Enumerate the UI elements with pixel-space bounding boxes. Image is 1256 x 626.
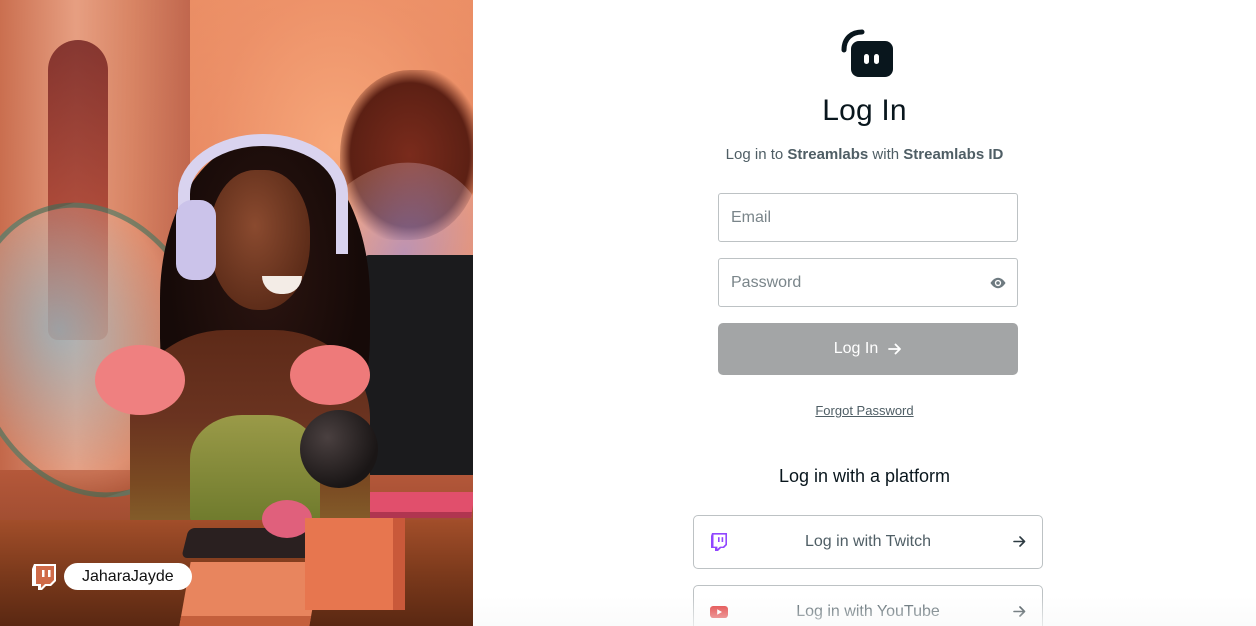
password-field[interactable] bbox=[719, 259, 1017, 306]
login-button-label: Log In bbox=[833, 340, 879, 357]
password-field-wrapper bbox=[718, 258, 1018, 307]
twitch-icon bbox=[32, 563, 56, 590]
photo-microphone bbox=[300, 410, 378, 488]
photo-monitor bbox=[365, 255, 473, 475]
login-subtitle: Log in to Streamlabs with Streamlabs ID bbox=[473, 146, 1256, 163]
login-with-youtube-button[interactable]: Log in with YouTube bbox=[693, 585, 1043, 626]
arrow-right-icon bbox=[1013, 606, 1026, 617]
eye-icon[interactable] bbox=[989, 274, 1007, 292]
email-field-wrapper bbox=[718, 193, 1018, 242]
page-title: Log In bbox=[822, 94, 907, 127]
login-with-twitch-button[interactable]: Log in with Twitch bbox=[693, 515, 1043, 569]
creator-name: JaharaJayde bbox=[64, 563, 192, 590]
login-panel: Log In Log in to Streamlabs with Streaml… bbox=[473, 0, 1256, 626]
youtube-button-label: Log in with YouTube bbox=[796, 603, 940, 620]
photo-headset-earcup bbox=[176, 200, 216, 280]
youtube-icon bbox=[710, 606, 728, 618]
arrow-right-icon bbox=[1013, 536, 1026, 547]
platform-login-heading: Log in with a platform bbox=[778, 466, 951, 486]
creator-tag: JaharaJayde bbox=[32, 563, 192, 590]
twitch-button-label: Log in with Twitch bbox=[805, 533, 931, 550]
photo-pen-cup bbox=[305, 518, 405, 610]
email-field[interactable] bbox=[719, 194, 1017, 241]
hero-photo: JaharaJayde bbox=[0, 0, 473, 626]
photo-sleeve-right bbox=[290, 345, 370, 405]
subtitle-streamlabs-id: Streamlabs ID bbox=[903, 146, 1004, 163]
streamlabs-logo-icon bbox=[841, 29, 893, 77]
subtitle-middle: with bbox=[868, 146, 904, 163]
subtitle-brand: Streamlabs bbox=[787, 146, 869, 163]
twitch-icon bbox=[711, 533, 727, 551]
arrow-right-icon bbox=[888, 343, 902, 355]
photo-tray bbox=[179, 562, 321, 626]
subtitle-prefix: Log in to bbox=[725, 146, 788, 163]
photo-sleeve-left bbox=[95, 345, 185, 415]
forgot-password-row: Forgot Password bbox=[473, 403, 1256, 418]
login-button[interactable]: Log In bbox=[718, 323, 1018, 375]
forgot-password-link[interactable]: Forgot Password bbox=[815, 403, 913, 418]
